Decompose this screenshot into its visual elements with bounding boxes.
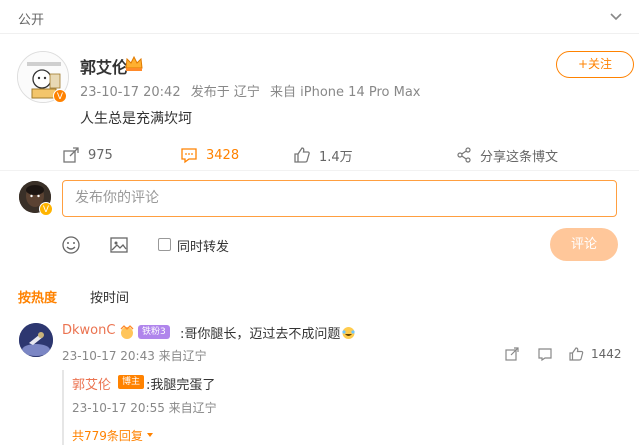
caret-down-icon	[146, 433, 153, 437]
post-action-bar: 975 3428 1.4万 分享这条博文	[0, 140, 639, 170]
repost-icon[interactable]	[504, 346, 520, 362]
author-name[interactable]: 郭艾伦	[80, 54, 128, 78]
share-label: 分享这条博文	[480, 149, 559, 165]
post-time[interactable]: 23-10-17 20:42	[80, 85, 181, 100]
fan-level-badge: 铁粉3	[138, 325, 170, 339]
sort-tabs: 按热度 按时间	[0, 287, 639, 307]
share-icon	[457, 147, 471, 163]
commenter-name[interactable]: DkwonC	[62, 323, 115, 338]
comment-icon[interactable]	[537, 346, 553, 362]
author-badge: 博主	[118, 375, 145, 389]
emoji-laugh-icon	[342, 327, 355, 339]
reply-time: 23-10-17 20:55 来自辽宁	[72, 401, 217, 415]
chevron-down-icon[interactable]	[609, 9, 623, 23]
comment-icon	[181, 148, 197, 164]
divider	[0, 170, 639, 171]
repost-label[interactable]: 同时转发	[177, 236, 229, 255]
comment-input[interactable]: 发布你的评论	[62, 180, 617, 217]
reply-author-name[interactable]: 郭艾伦	[72, 374, 111, 393]
reply-text: :我腿完蛋了	[146, 378, 216, 393]
repost-icon	[63, 147, 79, 163]
commenter-badges: 铁粉3	[118, 324, 170, 340]
repost-count: 975	[88, 147, 113, 163]
post-meta: 23-10-17 20:42 发布于 辽宁 来自 iPhone 14 Pro M…	[80, 81, 426, 100]
thumbs-up-icon[interactable]	[568, 346, 584, 362]
reply-thread: 郭艾伦 博主 :我腿完蛋了 23-10-17 20:55 来自辽宁 共779条回…	[62, 370, 632, 445]
comment-text: :哥你腿长，迈过去不成问题	[180, 323, 356, 342]
visibility-bar: 公开	[0, 0, 639, 34]
comment-like-count: 1442	[591, 347, 622, 361]
comment-text-body: :哥你腿长，迈过去不成问题	[180, 327, 341, 342]
comment-item: DkwonC 铁粉3 :哥你腿长，迈过去不成问题 23-10-17 20:43 …	[0, 318, 639, 445]
more-replies-label: 共779条回复	[72, 429, 143, 443]
comment-count: 3428	[206, 147, 240, 163]
emoji-icon[interactable]	[61, 235, 81, 255]
crown-icon	[125, 55, 143, 71]
comment-time: 23-10-17 20:43 来自辽宁	[62, 349, 207, 363]
repost-checkbox[interactable]	[158, 238, 171, 251]
like-button[interactable]: 1.4万	[293, 140, 353, 170]
thumbs-up-icon	[294, 147, 310, 163]
commenter-avatar[interactable]	[19, 323, 53, 357]
tab-time[interactable]: 按时间	[90, 287, 129, 306]
like-count: 1.4万	[319, 149, 353, 165]
repost-button[interactable]: 975	[62, 140, 113, 170]
visibility-label: 公开	[18, 13, 45, 28]
share-button[interactable]: 分享这条博文	[456, 140, 558, 170]
image-icon[interactable]	[109, 235, 129, 255]
v-badge-icon: V	[53, 89, 67, 103]
more-replies-link[interactable]: 共779条回复	[72, 427, 155, 444]
post-content: 人生总是充满坎坷	[80, 111, 192, 127]
post-location: 发布于 辽宁	[190, 85, 260, 100]
follow-button[interactable]: +关注	[556, 51, 634, 78]
avatar-photo	[19, 323, 53, 357]
tab-hot[interactable]: 按热度	[18, 287, 57, 306]
post-device: 来自 iPhone 14 Pro Max	[270, 85, 421, 100]
v-badge-icon: V	[39, 202, 53, 216]
comment-button[interactable]: 3428	[180, 140, 239, 170]
composer-toolbar: 同时转发 评论	[0, 228, 639, 262]
fan-emoji-icon	[120, 325, 134, 339]
submit-comment-button[interactable]: 评论	[550, 228, 618, 261]
